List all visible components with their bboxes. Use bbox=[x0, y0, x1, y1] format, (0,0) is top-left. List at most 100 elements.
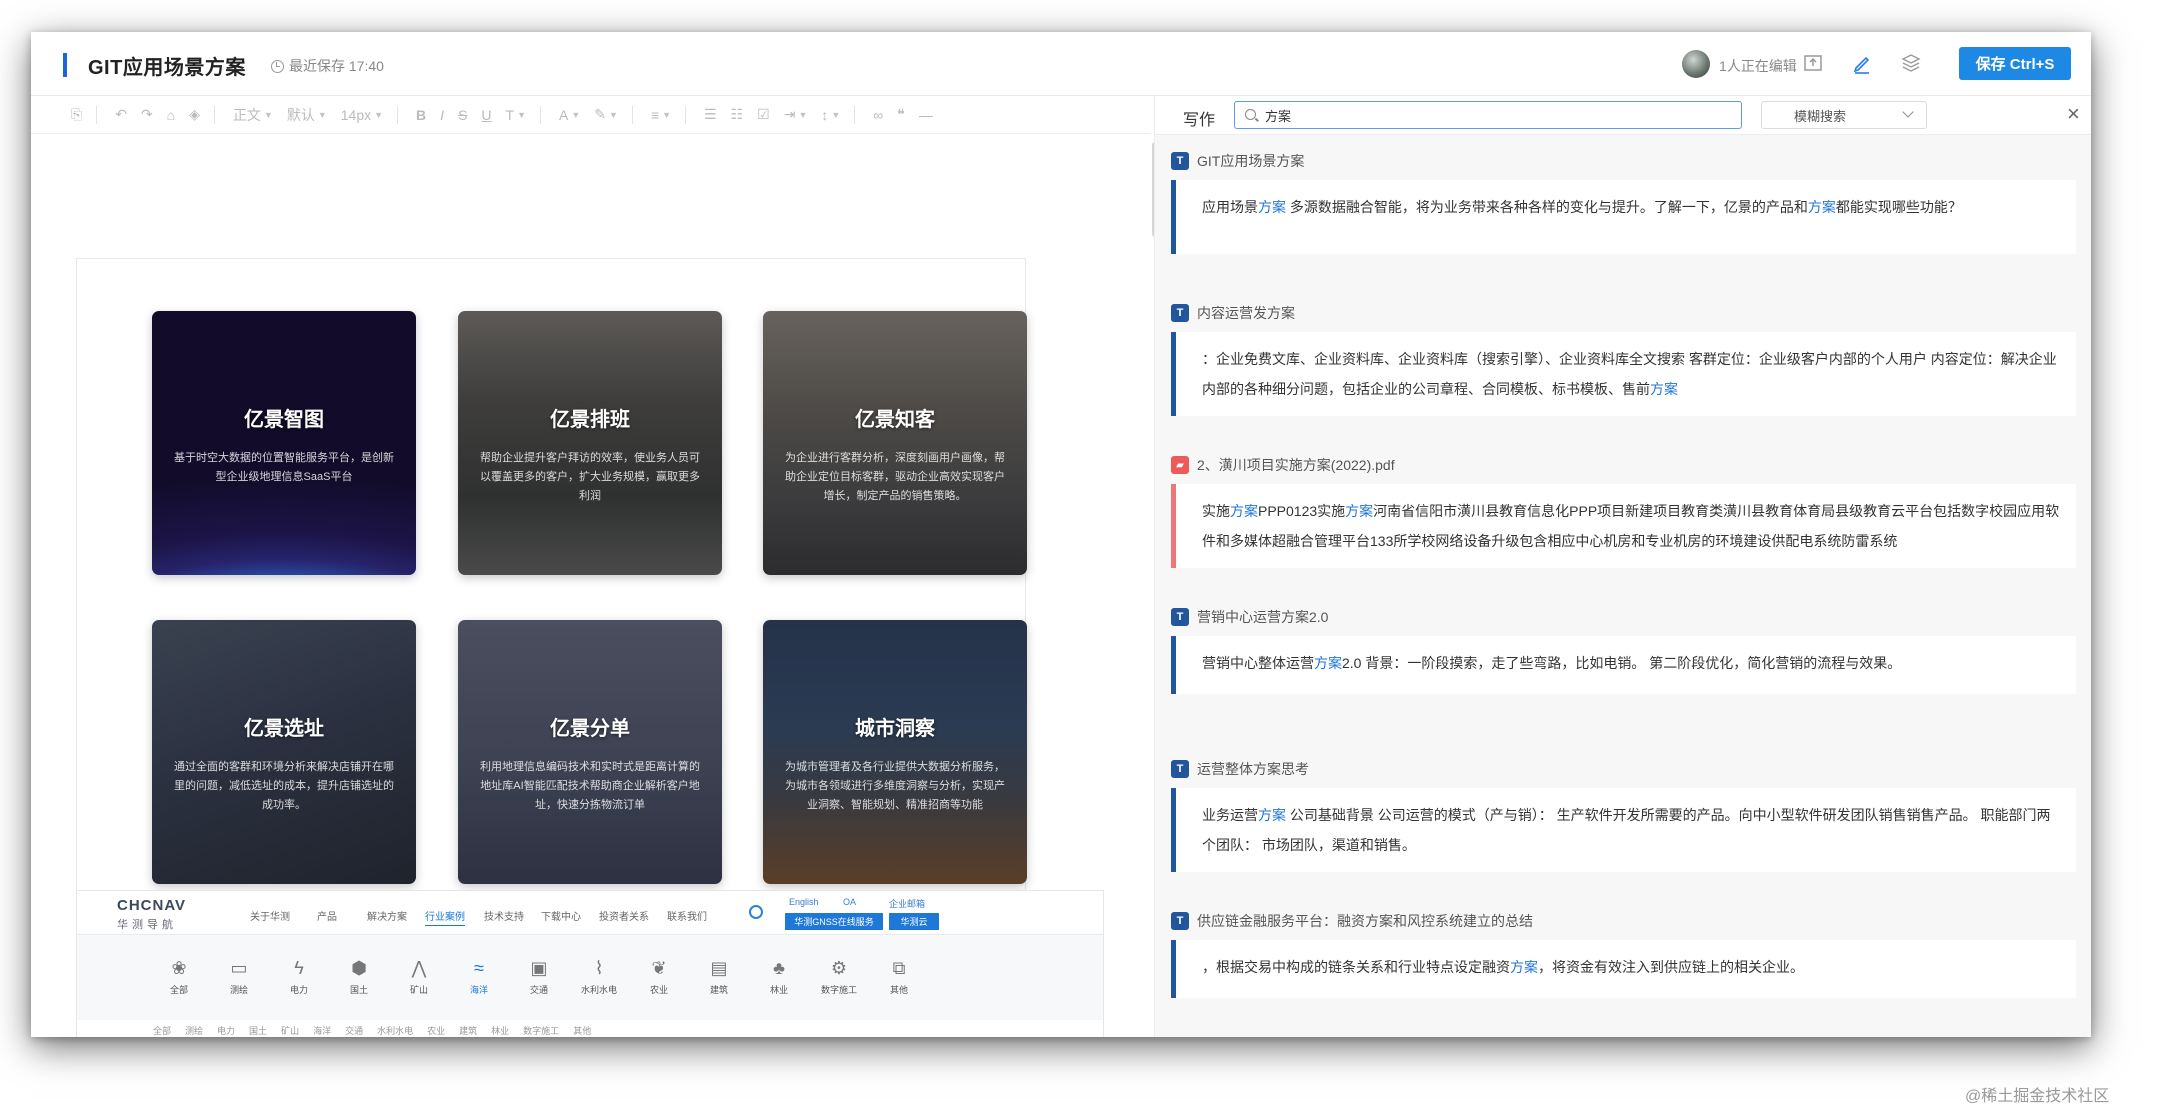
layers-icon[interactable] bbox=[1900, 52, 1922, 74]
product-card: 城市洞察 为城市管理者及各行业提供大数据分析服务，为城市各领域进行多维度洞察与分… bbox=[763, 620, 1027, 884]
underline-icon[interactable]: U bbox=[481, 107, 491, 123]
site-category: ❀ 全部 bbox=[169, 958, 188, 995]
snippet-text: 业务运营 bbox=[1202, 807, 1258, 823]
quote-icon[interactable]: ❝ bbox=[897, 106, 905, 123]
italic-icon[interactable]: I bbox=[440, 107, 444, 123]
site-category: ▤ 建筑 bbox=[709, 958, 728, 995]
result-snippet[interactable]: ，根据交易中构成的链条关系和行业特点设定融资方案，将资金有效注入到供应链上的相关… bbox=[1171, 940, 2076, 998]
save-status: 最近保存 17:40 bbox=[271, 56, 384, 76]
site-category: ⬢ 国土 bbox=[349, 958, 368, 995]
save-button[interactable]: 保存 Ctrl+S bbox=[1959, 47, 2071, 80]
search-results[interactable]: T GIT应用场景方案 应用场景方案 多源数据融合智能，将为业务带来各种各样的变化与… bbox=[1155, 135, 2091, 1037]
font-size-select[interactable]: 14px ▼ bbox=[341, 107, 383, 123]
search-input[interactable] bbox=[1265, 105, 1725, 125]
product-card: 亿景知客 为企业进行客群分析，深度刻画用户画像，帮助企业定位目标客群，驱动企业高… bbox=[763, 311, 1027, 575]
indent-icon[interactable]: ⇥ ▼ bbox=[784, 106, 808, 123]
card-desc: 通过全面的客群和环境分析来解决店铺开在哪里的问题，减低选址的成本，提升店铺选址的… bbox=[174, 761, 394, 811]
card-desc: 为企业进行客群分析，深度刻画用户画像，帮助企业定位目标客群，驱动企业高效实现客户… bbox=[785, 452, 1005, 502]
result-snippet[interactable]: 实施方案PPP0123实施方案河南省信阳市潢川县教育信息化PPP项目新建项目教育… bbox=[1171, 484, 2076, 568]
editor-content[interactable]: 亿景智图 基于时空大数据的位置智能服务平台，是创新型企业级地理信息SaaS平台 … bbox=[31, 134, 1154, 1037]
pdf-file-icon: ▰ bbox=[1171, 456, 1189, 474]
chevron-down-icon bbox=[1902, 106, 1914, 118]
undo-icon[interactable]: ↶ bbox=[115, 106, 127, 123]
search-panel: 写作 模糊搜索 × TGIT应用场景方案应用场景方案 多源数据融合智能，将为业务… bbox=[1154, 96, 2091, 1037]
match-highlight: 方案 bbox=[1258, 807, 1286, 823]
snippet-text: ，根据交易中构成的链条关系和行业特点设定融资 bbox=[1202, 959, 1510, 975]
result-title[interactable]: 2、潢川项目实施方案(2022).pdf bbox=[1197, 455, 1395, 475]
result-title[interactable]: 营销中心运营方案2.0 bbox=[1197, 607, 1328, 627]
font-family-select[interactable]: 默认 ▼ bbox=[287, 105, 327, 125]
site-link: 企业邮箱 bbox=[889, 899, 926, 909]
result-header: T 营销中心运营方案2.0 bbox=[1171, 605, 1328, 629]
app-header: GIT应用场景方案 最近保存 17:40 1人正在编辑 保存 Ctrl+S bbox=[31, 32, 2091, 96]
link-icon[interactable]: ∞ bbox=[873, 107, 883, 123]
site-category: ❦ 农业 bbox=[649, 958, 668, 995]
card-title: 亿景分单 bbox=[550, 718, 630, 740]
snippet-text: 2.0 背景：一阶段摸索，走了些弯路，比如电销。 第二阶段优化，简化营销的流程与… bbox=[1342, 655, 1902, 671]
search-mode-value: 模糊搜索 bbox=[1794, 108, 1847, 124]
site-nav-item: 关于华测 bbox=[250, 912, 290, 923]
snippet-text: 营销中心整体运营 bbox=[1202, 655, 1314, 671]
font-size-value: 14px bbox=[340, 106, 372, 123]
product-card: 亿景智图 基于时空大数据的位置智能服务平台，是创新型企业级地理信息SaaS平台 bbox=[152, 311, 416, 575]
site-header: CHCNAV 华测导航 关于华测 产品 解决方案 行业案例 技术支持 下载中心 … bbox=[77, 891, 1103, 935]
result-title[interactable]: GIT应用场景方案 bbox=[1197, 151, 1304, 171]
clear-format-icon[interactable]: T ▼ bbox=[506, 107, 526, 123]
highlight-icon[interactable]: ✎ ▼ bbox=[594, 106, 618, 123]
export-icon[interactable] bbox=[1802, 52, 1824, 74]
match-highlight: 方案 bbox=[1314, 655, 1342, 671]
avatar[interactable] bbox=[1682, 50, 1710, 78]
strikethrough-icon[interactable]: S bbox=[458, 107, 467, 123]
panel-label: 写作 bbox=[1183, 112, 1216, 129]
font-color-icon[interactable]: A ▼ bbox=[559, 107, 580, 123]
align-icon[interactable]: ≡ ▼ bbox=[651, 107, 671, 123]
format-brush-icon[interactable]: ⌂ bbox=[167, 107, 175, 123]
task-list-icon[interactable]: ☑ bbox=[757, 106, 770, 123]
card-desc: 利用地理信息编码技术和实时式是距离计算的地址库AI智能匹配技术帮助商企业解析客户… bbox=[480, 761, 700, 811]
title-accent-bar bbox=[63, 53, 67, 77]
result-snippet[interactable]: 应用场景方案 多源数据融合智能，将为业务带来各种各样的变化与提升。了解一下，亿景… bbox=[1171, 180, 2076, 254]
line-height-icon[interactable]: ↕ ▼ bbox=[821, 107, 840, 123]
clock-icon bbox=[271, 59, 284, 73]
toolbar-divider bbox=[397, 105, 399, 124]
edit-icon[interactable] bbox=[1851, 52, 1873, 74]
horizontal-rule-icon[interactable]: — bbox=[919, 107, 933, 123]
match-highlight: 方案 bbox=[1345, 503, 1374, 519]
paragraph-style-select[interactable]: 正文 ▼ bbox=[233, 105, 273, 125]
snippet-text: 实施 bbox=[1202, 503, 1230, 519]
result-snippet[interactable]: 业务运营方案 公司基础背景 公司运营的模式（产与销）： 生产软件开发所需要的产品… bbox=[1171, 788, 2076, 872]
doc-title[interactable]: GIT应用场景方案 bbox=[88, 51, 246, 80]
result-title[interactable]: 内容运营发方案 bbox=[1197, 303, 1295, 323]
text-doc-icon: T bbox=[1171, 304, 1189, 322]
bold-icon[interactable]: B bbox=[416, 107, 426, 123]
search-mode-select[interactable]: 模糊搜索 bbox=[1761, 101, 1927, 129]
format-painter-clear-icon[interactable]: ⎘ bbox=[71, 106, 82, 123]
bullet-list-icon[interactable]: ☰ bbox=[704, 106, 717, 123]
result-snippet[interactable]: 营销中心整体运营方案2.0 背景：一阶段摸索，走了些弯路，比如电销。 第二阶段优… bbox=[1171, 636, 2076, 694]
site-category: ≈ 海洋 bbox=[469, 958, 488, 995]
snippet-text: 公司基础背景 公司运营的模式（产与销）： 生产软件开发所需要的产品。向中小型软件… bbox=[1202, 807, 2051, 853]
eraser-icon[interactable]: ◈ bbox=[189, 106, 200, 123]
ordered-list-icon[interactable]: ☷ bbox=[731, 106, 744, 123]
result-header: T GIT应用场景方案 bbox=[1171, 149, 1304, 173]
site-nav-item: 下载中心 bbox=[541, 912, 581, 923]
result-title[interactable]: 运营整体方案思考 bbox=[1197, 759, 1309, 779]
snippet-text: ：企业免费文库、企业资料库、企业资料库（搜索引擎）、企业资料库全文搜索 客群定位… bbox=[1202, 351, 2057, 397]
site-nav-item: 投资者关系 bbox=[599, 912, 649, 923]
product-cards-image: 亿景智图 基于时空大数据的位置智能服务平台，是创新型企业级地理信息SaaS平台 … bbox=[76, 258, 1027, 932]
card-title: 亿景知客 bbox=[855, 409, 935, 431]
font-family-value: 默认 bbox=[286, 106, 315, 123]
site-nav-item: 联系我们 bbox=[667, 912, 707, 923]
snippet-text: ，将资金有效注入到供应链上的相关企业。 bbox=[1538, 959, 1804, 975]
result-title[interactable]: 供应链金融服务平台：融资方案和风控系统建立的总结 bbox=[1197, 911, 1533, 931]
toolbar-divider bbox=[213, 105, 215, 124]
result-snippet[interactable]: ：企业免费文库、企业资料库、企业资料库（搜索引擎）、企业资料库全文搜索 客群定位… bbox=[1171, 332, 2076, 416]
redo-icon[interactable]: ↷ bbox=[141, 106, 153, 123]
search-box[interactable] bbox=[1234, 101, 1742, 129]
site-button: 华测GNSS在线服务 bbox=[785, 913, 883, 930]
close-icon[interactable]: × bbox=[2067, 103, 2080, 125]
result-header: T 供应链金融服务平台：融资方案和风控系统建立的总结 bbox=[1171, 909, 1533, 933]
site-nav-item: 行业案例 bbox=[425, 908, 465, 926]
match-highlight: 方案 bbox=[1650, 381, 1678, 397]
card-desc: 基于时空大数据的位置智能服务平台，是创新型企业级地理信息SaaS平台 bbox=[174, 452, 394, 483]
